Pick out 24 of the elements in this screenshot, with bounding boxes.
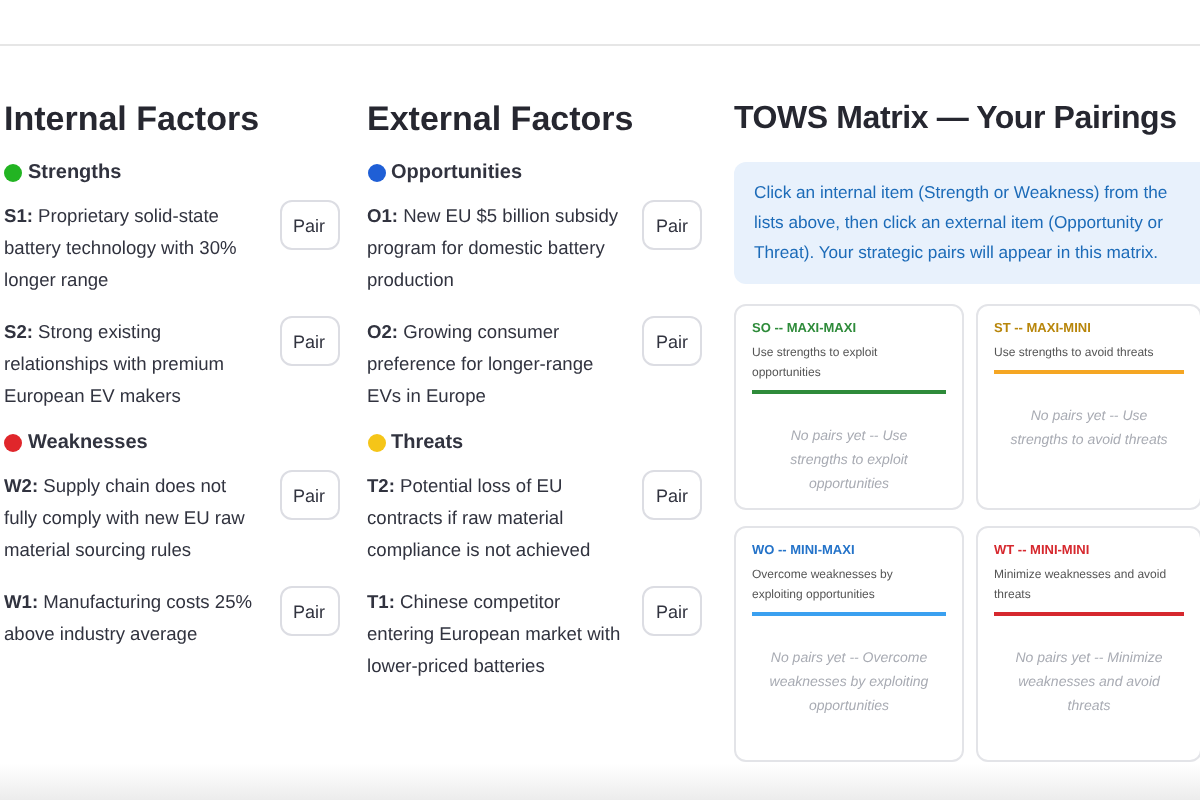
group-label: Threats	[391, 432, 464, 454]
pair-button[interactable]: Pair	[642, 316, 702, 366]
factor-text: T1: Chinese competitor entering European market with lower-priced batteries	[367, 590, 623, 680]
pair-button[interactable]: Pair	[642, 200, 702, 250]
pair-button[interactable]: Pair	[279, 316, 339, 366]
pair-button[interactable]: Pair	[642, 586, 702, 636]
pair-button[interactable]: Pair	[279, 586, 339, 636]
info-box: Click an internal item (Strength or Weakness) from the lists above, then click an external item (Opportunity or Threat). Your strategic pairs will appear in this matrix.	[734, 162, 1200, 284]
factor-text: S2: Strong existing relationships with premium European EV makers	[4, 320, 227, 410]
pair-button[interactable]: Pair	[642, 470, 702, 520]
group-label: Opportunities	[391, 162, 523, 184]
factor-text: O1: New EU $5 billion subsidy program for domestic battery production	[367, 204, 621, 294]
section-heading: External Factors	[367, 98, 636, 142]
pair-button[interactable]: Pair	[279, 200, 339, 250]
factor-text: S1: Proprietary solid-state battery technology with 30% longer range	[4, 204, 239, 294]
pair-button[interactable]: Pair	[279, 470, 339, 520]
section-heading: TOWS Matrix — Your Pairings	[734, 100, 1179, 140]
section-heading: Internal Factors	[4, 98, 262, 142]
factor-text: T2: Potential loss of EU contracts if raw material compliance is not achieved	[367, 474, 593, 564]
factor-text: O2: Growing consumer preference for longer-range EVs in Europe	[367, 320, 596, 410]
group-label: Weaknesses	[28, 432, 148, 454]
group-label: Strengths	[28, 162, 122, 184]
factor-text: W2: Supply chain does not fully comply with new EU raw material sourcing rules	[4, 474, 247, 564]
factor-text: W1: Manufacturing costs 25% above industry average	[4, 590, 255, 648]
